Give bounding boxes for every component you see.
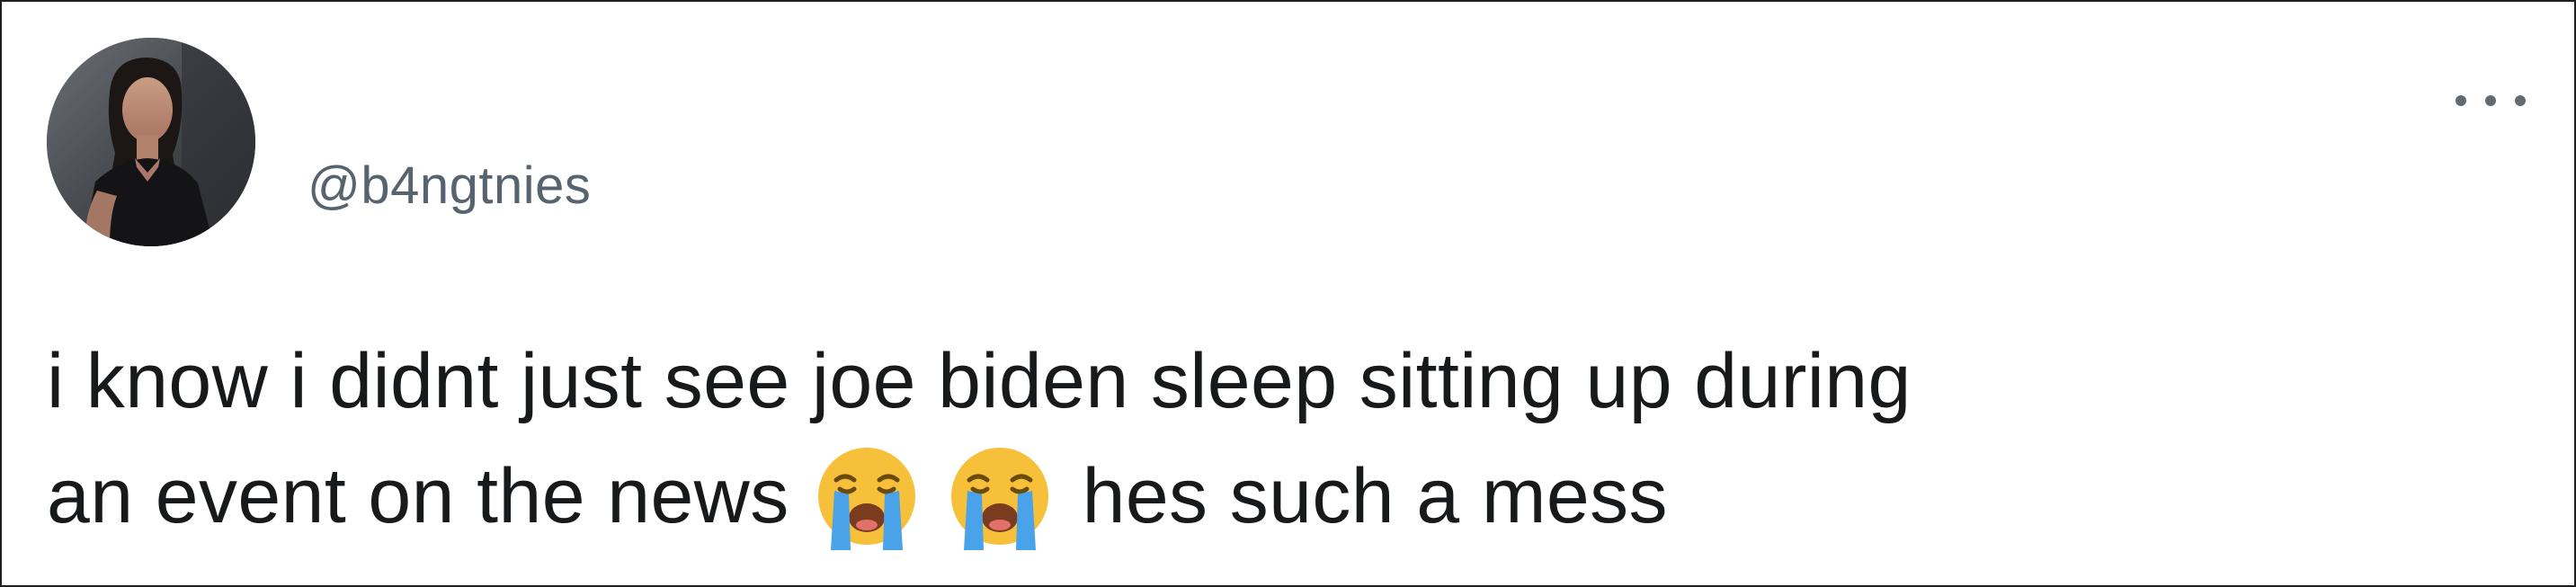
more-horizontal-icon	[2456, 95, 2526, 106]
tweet-text-segment-after-emoji: hes such a mess	[1082, 453, 1668, 539]
more-options-button[interactable]	[2446, 76, 2536, 126]
username-handle[interactable]: @b4ngtnies	[308, 155, 591, 218]
tweet-text-segment-before-emoji: an event on the news	[47, 453, 789, 539]
tweet-card: @b4ngtnies i know i didnt just see joe b…	[0, 0, 2576, 587]
emoji-group	[809, 439, 1075, 554]
profile-photo	[47, 38, 255, 246]
loudly-crying-face-icon	[809, 439, 924, 554]
tweet-text-line-2: an event on the news hes such a mess	[47, 439, 2528, 554]
tweet-text: i know i didnt just see joe biden sleep …	[47, 324, 2528, 554]
avatar[interactable]	[47, 38, 255, 246]
tweet-text-line-1: i know i didnt just see joe biden sleep …	[47, 338, 1912, 424]
loudly-crying-face-icon	[942, 439, 1057, 554]
